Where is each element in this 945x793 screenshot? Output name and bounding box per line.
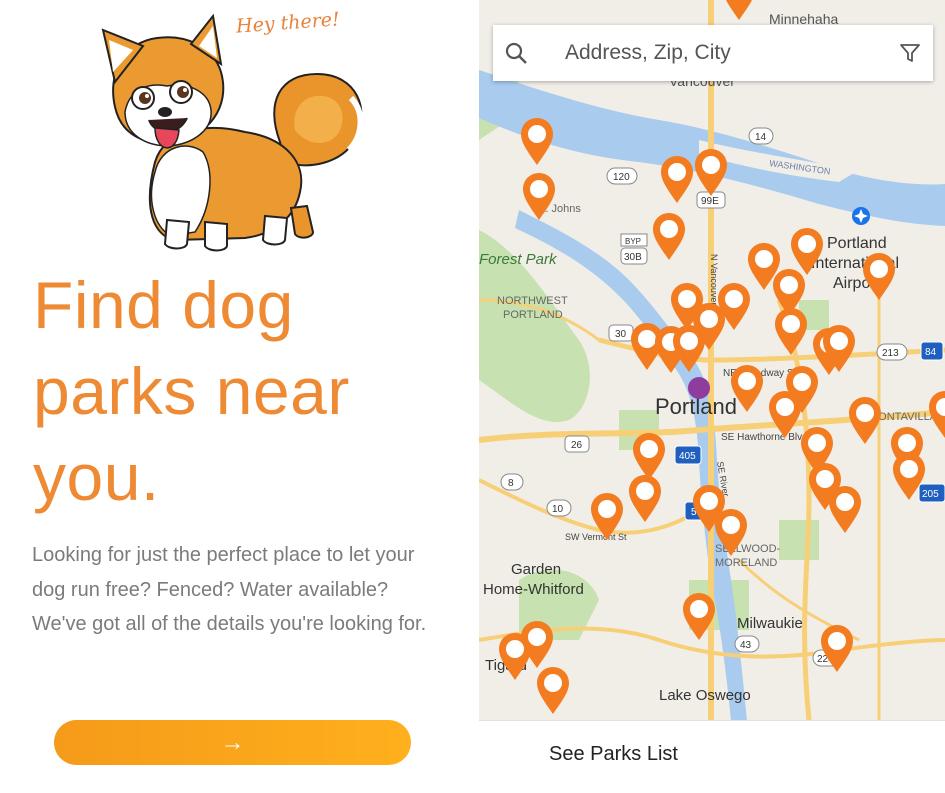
svg-text:30B: 30B [624, 252, 642, 263]
svg-text:10: 10 [552, 504, 564, 515]
map-label-sellwood-2: MORELAND [715, 557, 777, 569]
route-shield-84: 84 [920, 341, 944, 361]
route-shield-14: 14 [748, 127, 774, 145]
route-shield-30: 30 [608, 324, 634, 342]
route-shield-405: 405 [674, 445, 702, 465]
svg-text:30: 30 [615, 329, 627, 340]
bottom-bar: See Parks List [479, 720, 945, 793]
map-panel: Minnehaha Vancouver WASHINGTON Portland … [479, 0, 945, 793]
map-label-sw-vermont: SW Vermont St [565, 532, 627, 542]
route-shield-8: 8 [500, 473, 524, 491]
svg-text:26: 26 [571, 440, 583, 451]
svg-text:8: 8 [508, 478, 514, 489]
search-input[interactable] [563, 40, 893, 66]
map-label-forest-park: Forest Park [479, 251, 558, 268]
map-label-lake-oswego: Lake Oswego [659, 687, 751, 704]
see-parks-list-button[interactable]: See Parks List [549, 743, 678, 766]
route-shield-26: 26 [564, 435, 590, 453]
svg-text:99E: 99E [701, 196, 719, 207]
intro-panel: Hey there! Find dog parks near you. Look… [0, 0, 464, 793]
map-view[interactable]: Minnehaha Vancouver WASHINGTON Portland … [479, 0, 945, 720]
airport-icon [852, 207, 870, 225]
svg-text:14: 14 [755, 132, 767, 143]
route-shield-213: 213 [876, 343, 908, 361]
svg-text:43: 43 [740, 640, 752, 651]
continue-button[interactable]: → [54, 720, 411, 765]
svg-text:405: 405 [679, 451, 696, 462]
map-label-garden-home-2: Home-Whitford [483, 581, 584, 598]
svg-text:205: 205 [922, 489, 939, 500]
svg-text:213: 213 [882, 348, 899, 359]
panel-divider [464, 0, 479, 793]
route-shield-10: 10 [546, 499, 572, 517]
headline-line-3: you. [33, 440, 160, 514]
route-shield-120: 120 [606, 167, 638, 185]
shiba-dog-illustration [95, 12, 375, 252]
search-icon[interactable] [499, 36, 533, 70]
headline-line-1: Find dog [33, 268, 294, 342]
svg-text:BYP: BYP [625, 237, 641, 246]
route-shield-byp: BYP [620, 233, 648, 247]
map-label-northwest-portland-2: PORTLAND [503, 309, 563, 321]
svg-text:84: 84 [925, 347, 937, 358]
headline-line-2: parks near [33, 354, 350, 428]
map-label-se-hawthorne: SE Hawthorne Blvd [721, 432, 808, 443]
intro-description: Looking for just the perfect place to le… [32, 544, 427, 635]
map-label-garden-home-1: Garden [511, 561, 561, 578]
route-shield-205: 205 [918, 483, 945, 503]
filter-icon[interactable] [893, 36, 927, 70]
map-label-milwaukie: Milwaukie [737, 615, 803, 632]
arrow-right-icon: → [220, 728, 245, 756]
current-location-icon [688, 377, 710, 399]
map-label-northwest-portland-1: NORTHWEST [497, 295, 568, 307]
headline: Find dog parks near you. [33, 262, 350, 520]
search-bar [493, 25, 933, 81]
svg-text:120: 120 [613, 172, 630, 183]
route-shield-30b: 30B [620, 247, 648, 265]
route-shield-43: 43 [734, 635, 760, 653]
map-label-portland-intl-1: Portland [827, 235, 887, 252]
